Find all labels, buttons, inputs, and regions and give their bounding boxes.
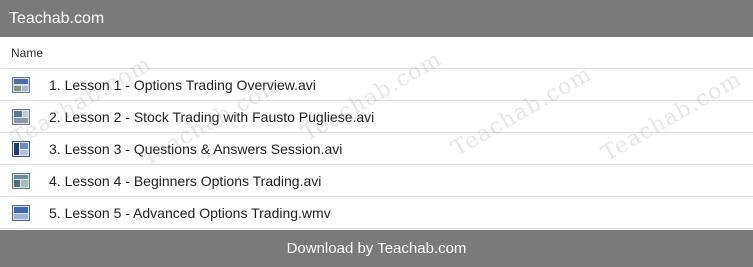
file-name: 1. Lesson 1 - Options Trading Overview.a…	[49, 76, 316, 93]
column-header-label: Name	[11, 46, 44, 60]
site-header: Teachab.com	[0, 0, 753, 37]
file-row[interactable]: 1. Lesson 1 - Options Trading Overview.a…	[0, 69, 753, 101]
file-row[interactable]: 2. Lesson 2 - Stock Trading with Fausto …	[0, 101, 753, 133]
file-name: 2. Lesson 2 - Stock Trading with Fausto …	[49, 108, 375, 125]
video-file-icon	[12, 108, 30, 125]
download-footer[interactable]: Download by Teachab.com	[0, 230, 753, 267]
download-label[interactable]: Download by Teachab.com	[287, 240, 467, 257]
file-name: 3. Lesson 3 - Questions & Answers Sessio…	[49, 140, 343, 157]
video-file-icon	[12, 172, 30, 189]
file-list: Name 1. Lesson 1 - Options Trading Overv…	[0, 37, 753, 230]
file-name: 4. Lesson 4 - Beginners Options Trading.…	[49, 172, 322, 189]
video-file-icon	[12, 76, 30, 93]
file-row[interactable]: 5. Lesson 5 - Advanced Options Trading.w…	[0, 197, 753, 229]
file-name: 5. Lesson 5 - Advanced Options Trading.w…	[49, 204, 331, 221]
file-row[interactable]: 3. Lesson 3 - Questions & Answers Sessio…	[0, 133, 753, 165]
video-file-icon	[12, 140, 30, 157]
video-file-icon	[12, 204, 30, 221]
file-row[interactable]: 4. Lesson 4 - Beginners Options Trading.…	[0, 165, 753, 197]
site-title: Teachab.com	[9, 10, 105, 27]
column-header-name[interactable]: Name	[0, 37, 753, 69]
